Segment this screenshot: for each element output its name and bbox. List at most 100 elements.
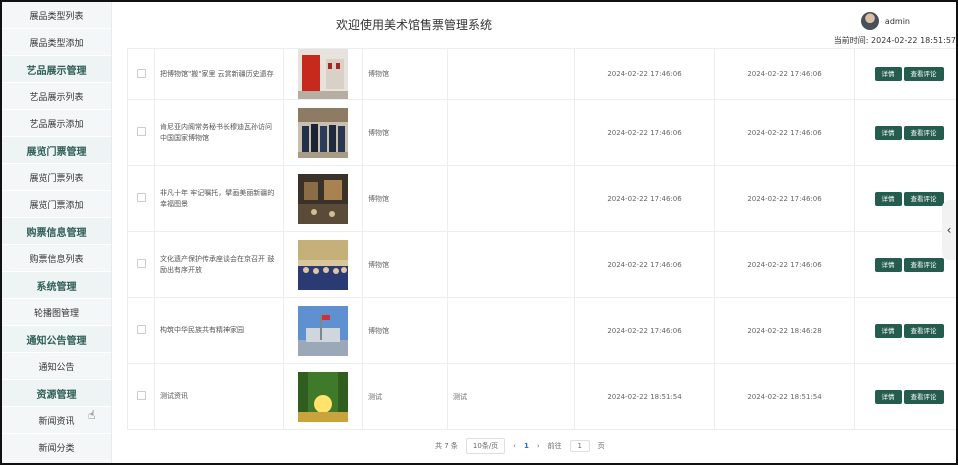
news-thumbnail	[289, 107, 357, 158]
row-checkbox[interactable]	[136, 259, 146, 268]
time-label: 当前时间:	[833, 36, 869, 45]
row-checkbox-cell	[127, 48, 155, 100]
category-cell: 博物馆	[362, 165, 448, 232]
category-cell: 博物馆	[362, 297, 448, 364]
next-page-button[interactable]: ›	[537, 442, 540, 450]
chevron-left-icon[interactable]: ‹	[942, 200, 956, 260]
sidebar-item[interactable]: 艺品展示添加	[2, 110, 111, 137]
news-title: 文化遗产保护传承座谈会在京召开 鼓励出有序开放	[160, 254, 275, 274]
total-count: 共 7 条	[435, 442, 458, 450]
news-thumbnail	[289, 305, 357, 356]
sidebar-item[interactable]: 展览门票添加	[2, 191, 111, 218]
news-title: 测试资讯	[160, 392, 188, 400]
content-cell	[447, 297, 575, 364]
news-thumbnail	[289, 173, 357, 224]
avatar[interactable]	[860, 12, 879, 30]
category-cell: 测试	[362, 363, 448, 430]
page-number-current[interactable]: 1	[524, 442, 529, 450]
title-cell: 肯尼亚内阁常务秘书长穆迪瓦孙访问中国国家博物馆	[154, 99, 284, 166]
view-comments-button[interactable]: 查看评论	[903, 67, 944, 81]
category-cell: 博物馆	[362, 231, 448, 298]
table-row: 构筑中华民族共有精神家园 博物馆 2024-02-22 17:46:06 2024-0…	[127, 297, 958, 364]
goto-label: 前往	[547, 442, 562, 450]
view-comments-button[interactable]: 查看评论	[903, 257, 944, 272]
title-cell: 把博物馆"搬"家里 云赏新疆历史遗存	[154, 48, 284, 100]
sidebar-item[interactable]: 展览门票列表	[2, 164, 111, 191]
detail-button[interactable]: 详情	[874, 125, 902, 140]
detail-button[interactable]: 详情	[874, 67, 902, 81]
header: 欢迎使用美术馆售票管理系统 admin 当前时间: 2024-02-22 18:…	[113, 2, 956, 48]
news-title: 肯尼亚内阁常务秘书长穆迪瓦孙访问中国国家博物馆	[160, 122, 272, 142]
sidebar-menu: 展品类型列表 展品类型添加 艺品展示管理 艺品展示列表 艺品展示添加 展览门票管理 展览门票…	[2, 2, 111, 461]
sidebar-group-header[interactable]: 艺品展示管理	[2, 56, 111, 83]
sidebar-group-header[interactable]: 通知公告管理	[2, 326, 111, 353]
title-cell: 非凡十年 牢记嘱托，擘画美丽新疆的幸福图景	[154, 165, 284, 232]
image-cell	[283, 363, 363, 430]
sidebar-group-header[interactable]: 展览门票管理	[2, 137, 111, 164]
prev-page-button[interactable]: ‹	[513, 442, 516, 450]
updated-time-cell: 2024-02-22 18:46:28	[714, 297, 855, 364]
user-menu[interactable]: admin	[860, 12, 910, 30]
username[interactable]: admin	[885, 17, 910, 26]
view-comments-button[interactable]: 查看评论	[903, 191, 944, 206]
title-cell: 构筑中华民族共有精神家园	[154, 297, 284, 364]
sidebar-item[interactable]: 艺品展示列表	[2, 83, 111, 110]
news-thumbnail	[289, 239, 357, 290]
sidebar-item[interactable]: 新闻分类	[2, 434, 111, 461]
title-cell: 测试资讯	[154, 363, 284, 430]
row-checkbox[interactable]	[136, 127, 146, 136]
table-row: 把博物馆"搬"家里 云赏新疆历史遗存 博物馆 2024-02-22 17:46:06…	[127, 48, 958, 100]
sidebar-item[interactable]: 通知公告	[2, 353, 111, 380]
main-content: 把博物馆"搬"家里 云赏新疆历史遗存博物馆 2024-02-22 17:46:06…	[113, 48, 958, 463]
updated-time-cell: 2024-02-22 17:46:06	[714, 165, 855, 232]
content-cell: 测试	[447, 363, 575, 430]
table-row: 非凡十年 牢记嘱托，擘画美丽新疆的幸福图景 博物馆 2024-02-22 17:46…	[127, 165, 958, 232]
created-time-cell: 2024-02-22 17:46:06	[574, 231, 715, 298]
sidebar-item[interactable]: 轮播图管理	[2, 299, 111, 326]
created-time-cell: 2024-02-22 17:46:06	[574, 297, 715, 364]
sidebar-item[interactable]: 展品类型添加	[2, 29, 111, 56]
row-checkbox-cell	[127, 231, 155, 298]
row-checkbox-cell	[127, 297, 155, 364]
updated-time-cell: 2024-02-22 17:46:06	[714, 231, 855, 298]
detail-button[interactable]: 详情	[874, 191, 902, 206]
current-time: 当前时间: 2024-02-22 18:51:57	[834, 35, 956, 46]
created-time-cell: 2024-02-22 17:46:06	[574, 99, 715, 166]
content-cell	[447, 165, 575, 232]
created-time-cell: 2024-02-22 17:46:06	[574, 48, 715, 100]
sidebar-group-header[interactable]: 购票信息管理	[2, 218, 111, 245]
pagination: 共 7 条 10条/页 ‹ 1 › 前往 1 页	[435, 438, 605, 454]
page-size-select[interactable]: 10条/页	[465, 438, 506, 454]
hand-cursor-icon: ☝	[88, 408, 96, 422]
actions-cell: 详情 查看评论	[854, 99, 958, 166]
image-cell	[283, 165, 363, 232]
created-time-cell: 2024-02-22 18:51:54	[574, 363, 715, 430]
sidebar-group-header[interactable]: 资源管理	[2, 380, 111, 407]
table-row: 肯尼亚内阁常务秘书长穆迪瓦孙访问中国国家博物馆 博物馆 2024-02-22 17:…	[127, 99, 958, 166]
goto-page-input[interactable]: 1	[569, 440, 590, 452]
title-cell: 文化遗产保护传承座谈会在京召开 鼓励出有序开放	[154, 231, 284, 298]
row-checkbox-cell	[127, 363, 155, 430]
detail-button[interactable]: 详情	[874, 323, 902, 338]
news-thumbnail	[289, 49, 357, 99]
sidebar-item[interactable]: 展品类型列表	[2, 2, 111, 29]
category-cell: 博物馆	[362, 99, 448, 166]
created-time-cell: 2024-02-22 17:46:06	[574, 165, 715, 232]
view-comments-button[interactable]: 查看评论	[903, 389, 944, 404]
page-unit-label: 页	[597, 442, 605, 450]
row-checkbox[interactable]	[136, 325, 146, 334]
sidebar-group-header[interactable]: 系统管理	[2, 272, 111, 299]
row-checkbox[interactable]	[136, 193, 146, 202]
row-checkbox[interactable]	[136, 68, 146, 78]
news-title: 非凡十年 牢记嘱托，擘画美丽新疆的幸福图景	[160, 188, 275, 208]
view-comments-button[interactable]: 查看评论	[903, 323, 944, 338]
image-cell	[283, 297, 363, 364]
table-row: 测试资讯 测试 测试 2024-02-22 18:51:54 2024-02-22 18…	[127, 363, 958, 430]
sidebar-item[interactable]: 购票信息列表	[2, 245, 111, 272]
image-cell	[283, 48, 363, 100]
detail-button[interactable]: 详情	[874, 389, 902, 404]
view-comments-button[interactable]: 查看评论	[903, 125, 944, 140]
row-checkbox[interactable]	[136, 391, 146, 400]
detail-button[interactable]: 详情	[874, 257, 902, 272]
updated-time-cell: 2024-02-22 17:46:06	[714, 48, 855, 100]
